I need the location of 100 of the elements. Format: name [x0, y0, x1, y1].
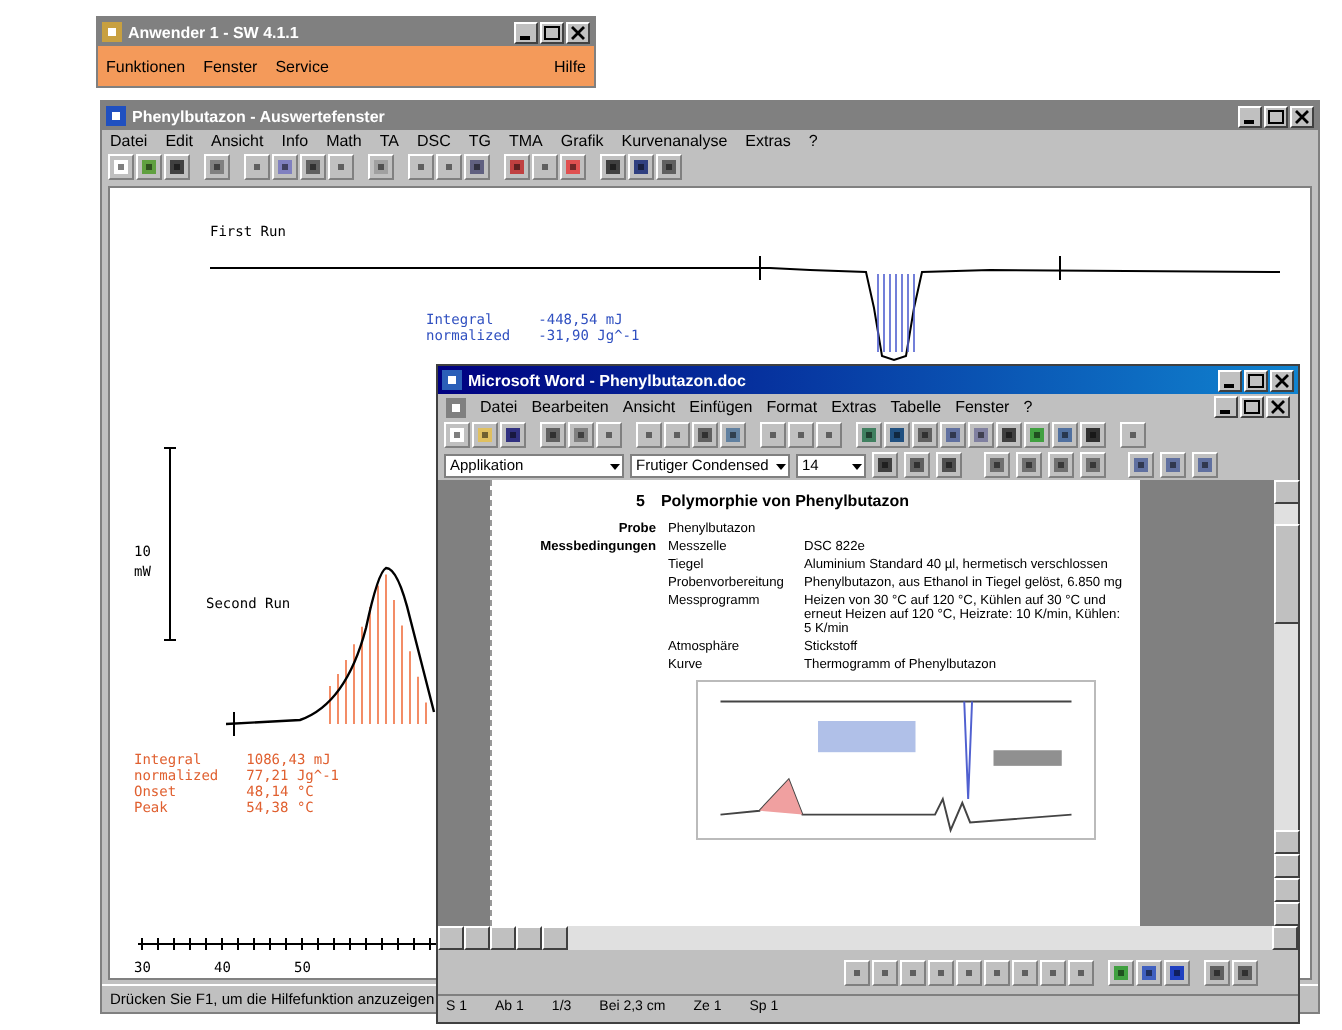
menu-item[interactable]: DSC	[417, 132, 451, 150]
toolbar-button[interactable]	[1012, 959, 1038, 985]
toolbar-button[interactable]	[300, 154, 326, 180]
menu-item[interactable]: Einfügen	[689, 398, 753, 416]
menu-item[interactable]: Format	[766, 398, 818, 416]
toolbar-button[interactable]	[936, 452, 962, 478]
toolbar-button[interactable]	[1080, 452, 1106, 478]
maximize-button[interactable]	[1244, 369, 1268, 391]
menu-item[interactable]: Edit	[165, 132, 193, 150]
menu-item[interactable]: Extras	[831, 398, 877, 416]
toolbar-button[interactable]	[244, 154, 270, 180]
menu-item[interactable]: Math	[326, 132, 362, 150]
menu-item[interactable]: Grafik	[560, 132, 604, 150]
toolbar-button[interactable]	[500, 422, 526, 448]
toolbar-button[interactable]	[720, 422, 746, 448]
toolbar-button[interactable]	[560, 154, 586, 180]
menu-item[interactable]: TMA	[509, 132, 543, 150]
toolbar-button[interactable]	[1136, 959, 1162, 985]
menu-item[interactable]: TA	[379, 132, 399, 150]
toolbar-button[interactable]	[1164, 959, 1190, 985]
toolbar-button[interactable]	[164, 154, 190, 180]
menu-item[interactable]: Datei	[480, 398, 518, 416]
toolbar-button[interactable]	[568, 422, 594, 448]
toolbar-button[interactable]	[596, 422, 622, 448]
toolbar-button[interactable]	[928, 959, 954, 985]
toolbar-button[interactable]	[844, 959, 870, 985]
close-button[interactable]	[1270, 369, 1294, 391]
toolbar-button[interactable]	[1128, 452, 1154, 478]
menu-item[interactable]: Info	[281, 132, 309, 150]
menu-item[interactable]: Fenster	[203, 57, 258, 75]
menu-item[interactable]: Tabelle	[890, 398, 942, 416]
maximize-button[interactable]	[1264, 105, 1288, 127]
maximize-button[interactable]	[540, 21, 564, 43]
close-button[interactable]	[566, 21, 590, 43]
menu-item[interactable]: Ansicht	[622, 398, 676, 416]
toolbar-button[interactable]	[996, 422, 1022, 448]
toolbar-button[interactable]	[532, 154, 558, 180]
close-button[interactable]	[1290, 105, 1314, 127]
toolbar-button[interactable]	[940, 422, 966, 448]
toolbar-button[interactable]	[1016, 452, 1042, 478]
toolbar-button[interactable]	[788, 422, 814, 448]
toolbar-button[interactable]	[984, 452, 1010, 478]
menu-item[interactable]: Service	[275, 57, 329, 75]
menu-item[interactable]: Bearbeiten	[531, 398, 609, 416]
toolbar-button[interactable]	[540, 422, 566, 448]
menu-item[interactable]: ?	[1023, 398, 1033, 416]
toolbar-button[interactable]	[1040, 959, 1066, 985]
minimize-button[interactable]	[1238, 105, 1262, 127]
toolbar-button[interactable]	[1160, 452, 1186, 478]
toolbar-button[interactable]	[984, 959, 1010, 985]
toolbar-button[interactable]	[1204, 959, 1230, 985]
menu-item[interactable]: Hilfe	[553, 57, 586, 75]
toolbar-button[interactable]	[856, 422, 882, 448]
toolbar-button[interactable]	[272, 154, 298, 180]
toolbar-button[interactable]	[904, 452, 930, 478]
toolbar-button[interactable]	[692, 422, 718, 448]
toolbar-button[interactable]	[464, 154, 490, 180]
toolbar-button[interactable]	[636, 422, 662, 448]
toolbar-button[interactable]	[204, 154, 230, 180]
toolbar-button[interactable]	[472, 422, 498, 448]
minimize-button[interactable]	[1218, 369, 1242, 391]
toolbar-button[interactable]	[656, 154, 682, 180]
maximize-button[interactable]	[1240, 396, 1264, 418]
menu-item[interactable]: TG	[468, 132, 491, 150]
toolbar-button[interactable]	[1024, 422, 1050, 448]
toolbar-button[interactable]	[1068, 959, 1094, 985]
toolbar-button[interactable]	[1080, 422, 1106, 448]
menu-item[interactable]: Ansicht	[210, 132, 264, 150]
vertical-scrollbar[interactable]	[1272, 480, 1298, 926]
menu-item[interactable]: ?	[808, 132, 818, 150]
toolbar-button[interactable]	[1052, 422, 1078, 448]
menu-item[interactable]: Extras	[745, 132, 791, 150]
toolbar-button[interactable]	[872, 959, 898, 985]
toolbar-button[interactable]	[884, 422, 910, 448]
toolbar-button[interactable]	[436, 154, 462, 180]
minimize-button[interactable]	[1214, 396, 1238, 418]
close-button[interactable]	[1266, 396, 1290, 418]
toolbar-button[interactable]	[872, 452, 898, 478]
toolbar-button[interactable]	[956, 959, 982, 985]
toolbar-button[interactable]	[1232, 959, 1258, 985]
toolbar-button[interactable]	[760, 422, 786, 448]
toolbar-button[interactable]	[900, 959, 926, 985]
horizontal-scrollbar[interactable]	[438, 926, 1298, 950]
toolbar-button[interactable]	[368, 154, 394, 180]
toolbar-button[interactable]	[816, 422, 842, 448]
toolbar-button[interactable]	[1108, 959, 1134, 985]
toolbar-button[interactable]	[664, 422, 690, 448]
toolbar-button[interactable]	[328, 154, 354, 180]
minimize-button[interactable]	[514, 21, 538, 43]
menu-item[interactable]: Fenster	[955, 398, 1010, 416]
toolbar-button[interactable]	[1192, 452, 1218, 478]
toolbar-button[interactable]	[912, 422, 938, 448]
toolbar-button[interactable]	[1120, 422, 1146, 448]
menu-item[interactable]: Kurvenanalyse	[621, 132, 728, 150]
menu-item[interactable]: Datei	[110, 132, 148, 150]
menu-item[interactable]: Funktionen	[106, 57, 186, 75]
toolbar-button[interactable]	[628, 154, 654, 180]
toolbar-button[interactable]	[968, 422, 994, 448]
toolbar-button[interactable]	[600, 154, 626, 180]
toolbar-button[interactable]	[504, 154, 530, 180]
